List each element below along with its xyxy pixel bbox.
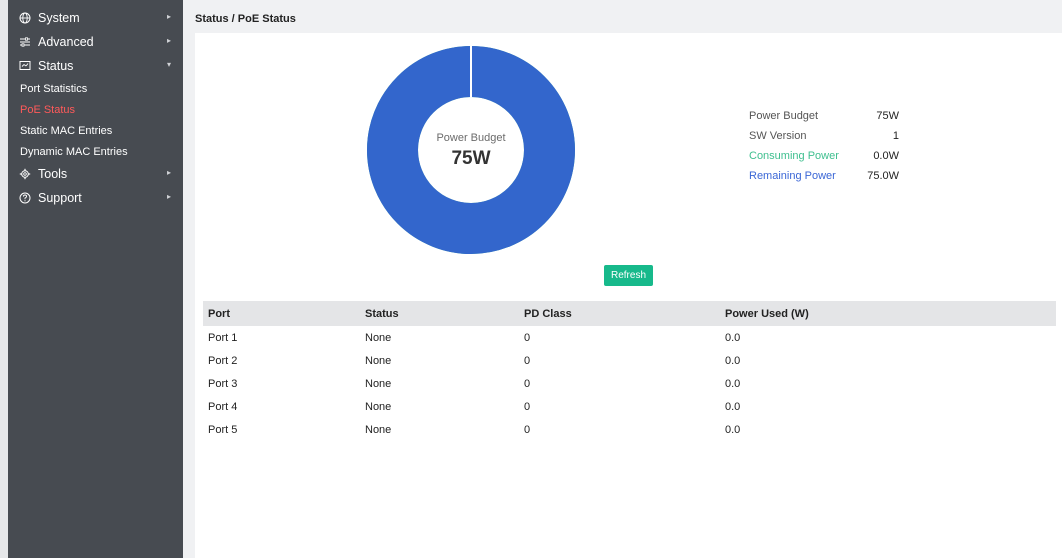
app-root: System ▸ Advanced ▸ Status ▾ Port Statis… (0, 0, 1062, 558)
table-row: Port 2 None 0 0.0 (203, 349, 1056, 372)
globe-icon (18, 11, 32, 25)
cell-status: None (365, 377, 392, 390)
donut-center-value: 75W (451, 148, 491, 169)
chevron-right-icon: ▸ (166, 36, 171, 45)
sidebar-item-label: Support (38, 191, 82, 205)
sidebar-nav: System ▸ Advanced ▸ Status ▾ Port Statis… (8, 6, 183, 210)
cell-status: None (365, 354, 392, 367)
column-header-pd-class: PD Class (524, 307, 572, 320)
sliders-icon (18, 35, 32, 49)
table-row: Port 4 None 0 0.0 (203, 395, 1056, 418)
cell-power-used: 0.0 (725, 331, 741, 344)
sidebar-item-tools[interactable]: Tools ▸ (8, 162, 183, 186)
sidebar: System ▸ Advanced ▸ Status ▾ Port Statis… (0, 0, 183, 558)
cell-port: Port 5 (208, 423, 238, 436)
help-circle-icon (18, 191, 32, 205)
table-row: Port 1 None 0 0.0 (203, 326, 1056, 349)
stat-label: Consuming Power (749, 150, 839, 162)
cell-power-used: 0.0 (725, 400, 741, 413)
stat-sw-version: SW Version 1 (749, 126, 899, 146)
sidebar-item-advanced[interactable]: Advanced ▸ (8, 30, 183, 54)
table-header: Port Status PD Class Power Used (W) (203, 301, 1056, 326)
cell-status: None (365, 400, 392, 413)
monitor-icon (18, 59, 32, 73)
column-header-power-used: Power Used (W) (725, 307, 809, 320)
main-content: Status / PoE Status Power Budget 75W Pow… (183, 0, 1062, 558)
cell-status: None (365, 331, 392, 344)
stat-value: 75W (876, 110, 899, 122)
breadcrumb: Status / PoE Status (195, 13, 296, 25)
stat-label: Remaining Power (749, 170, 836, 182)
stat-value: 1 (892, 130, 899, 142)
cell-pd-class: 0 (524, 331, 531, 344)
poe-status-panel: Power Budget 75W Power Budget 75W SW Ver… (195, 33, 1062, 558)
gear-icon (18, 167, 32, 181)
table-row: Port 3 None 0 0.0 (203, 372, 1056, 395)
chevron-down-icon: ▾ (166, 60, 171, 69)
column-header-status: Status (365, 307, 399, 320)
chevron-right-icon: ▸ (166, 168, 171, 177)
cell-power-used: 0.0 (725, 377, 741, 390)
refresh-button[interactable]: Refresh (604, 265, 653, 286)
cell-port: Port 4 (208, 400, 238, 413)
sidebar-subitem-static-mac-entries[interactable]: Static MAC Entries (8, 120, 183, 141)
table-row: Port 5 None 0 0.0 (203, 418, 1056, 441)
stat-remaining-power: Remaining Power 75.0W (749, 166, 899, 186)
stat-label: Power Budget (749, 110, 819, 122)
sidebar-item-support[interactable]: Support ▸ (8, 186, 183, 210)
stat-label: SW Version (749, 130, 807, 142)
cell-pd-class: 0 (524, 354, 531, 367)
cell-pd-class: 0 (524, 377, 531, 390)
power-stats: Power Budget 75W SW Version 1 Consuming … (749, 106, 899, 186)
cell-power-used: 0.0 (725, 423, 741, 436)
poe-port-table: Port Status PD Class Power Used (W) Port… (203, 301, 1056, 441)
sidebar-subitem-port-statistics[interactable]: Port Statistics (8, 78, 183, 99)
cell-power-used: 0.0 (725, 354, 741, 367)
sidebar-edge (0, 0, 8, 558)
sidebar-item-label: Status (38, 59, 74, 73)
sidebar-item-label: Tools (38, 167, 68, 181)
cell-pd-class: 0 (524, 423, 531, 436)
cell-port: Port 3 (208, 377, 238, 390)
chevron-right-icon: ▸ (166, 12, 171, 21)
stat-value: 75.0W (867, 170, 899, 182)
sidebar-item-label: Advanced (38, 35, 94, 49)
donut-center-label: Power Budget (436, 132, 506, 144)
cell-port: Port 2 (208, 354, 238, 367)
cell-port: Port 1 (208, 331, 238, 344)
cell-pd-class: 0 (524, 400, 531, 413)
stat-consuming-power: Consuming Power 0.0W (749, 146, 899, 166)
cell-status: None (365, 423, 392, 436)
sidebar-subitem-poe-status[interactable]: PoE Status (8, 99, 183, 120)
column-header-port: Port (208, 307, 230, 320)
stat-value: 0.0W (873, 150, 899, 162)
sidebar-item-system[interactable]: System ▸ (8, 6, 183, 30)
chevron-right-icon: ▸ (166, 192, 171, 201)
sidebar-item-label: System (38, 11, 80, 25)
sidebar-subitem-dynamic-mac-entries[interactable]: Dynamic MAC Entries (8, 141, 183, 162)
sidebar-item-status[interactable]: Status ▾ (8, 54, 183, 78)
stat-power-budget: Power Budget 75W (749, 106, 899, 126)
